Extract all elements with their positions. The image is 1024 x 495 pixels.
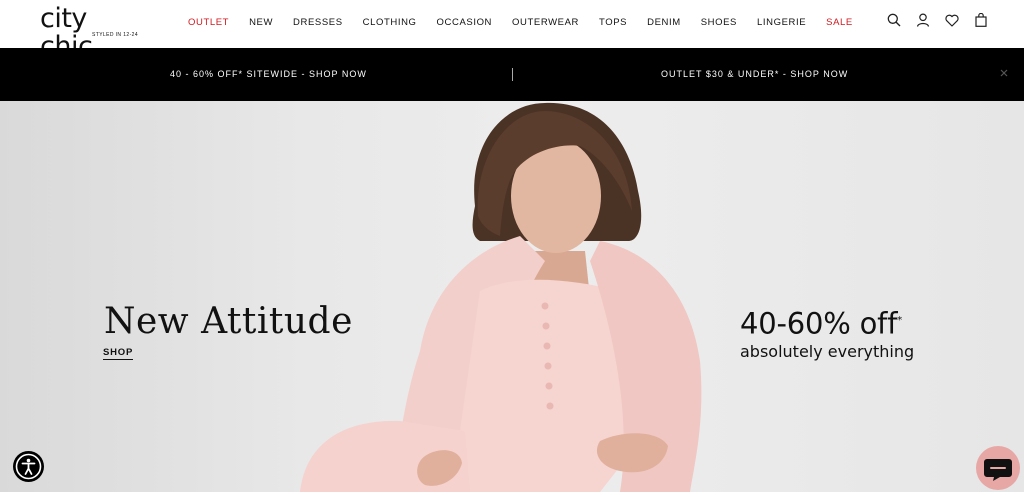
- account-icon[interactable]: [916, 12, 930, 28]
- model-image: [300, 102, 702, 492]
- close-icon[interactable]: [1000, 69, 1008, 79]
- nav-item-occasion[interactable]: OCCASION: [437, 17, 492, 28]
- promo-sitewide-link[interactable]: 40 - 60% OFF* SITEWIDE - SHOP NOW: [170, 69, 367, 79]
- shopping-bag-icon[interactable]: [974, 12, 988, 28]
- offer-asterisk: *: [897, 315, 903, 326]
- nav-item-lingerie[interactable]: LINGERIE: [757, 17, 806, 28]
- promo-bar: 40 - 60% OFF* SITEWIDE - SHOP NOW OUTLET…: [0, 48, 1024, 101]
- offer-block: 40-60% off* absolutely everything: [740, 304, 914, 362]
- wishlist-heart-icon[interactable]: [945, 12, 959, 28]
- logo-tagline: STYLED IN 12-24: [92, 32, 139, 38]
- search-icon[interactable]: [887, 12, 901, 28]
- offer-percent: 40-60% off: [740, 306, 898, 341]
- nav-item-new[interactable]: NEW: [249, 17, 273, 28]
- chat-button[interactable]: [976, 446, 1020, 490]
- accessibility-icon: [15, 453, 42, 480]
- hero-banner[interactable]: New Attitude SHOP 40-60% off* absolutely…: [0, 101, 1024, 492]
- nav-item-sale[interactable]: SALE: [826, 17, 853, 28]
- nav-item-dresses[interactable]: DRESSES: [293, 17, 343, 28]
- site-header: city chic STYLED IN 12-24 OUTLET NEW DRE…: [0, 0, 1024, 61]
- chat-icon: [984, 459, 1012, 481]
- offer-headline: 40-60% off*: [740, 304, 914, 341]
- nav-item-denim[interactable]: DENIM: [647, 17, 681, 28]
- nav-item-outlet[interactable]: OUTLET: [188, 17, 229, 28]
- promo-outlet-link[interactable]: OUTLET $30 & UNDER* - SHOP NOW: [661, 69, 848, 79]
- nav-item-shoes[interactable]: SHOES: [701, 17, 737, 28]
- city-chic-logo[interactable]: city chic STYLED IN 12-24: [40, 5, 146, 61]
- header-icons: [887, 12, 988, 28]
- hero-headline: New Attitude: [104, 301, 353, 342]
- accessibility-button[interactable]: [13, 451, 44, 482]
- main-navigation: OUTLET NEW DRESSES CLOTHING OCCASION OUT…: [188, 0, 873, 44]
- promo-divider: [512, 68, 513, 81]
- nav-item-tops[interactable]: TOPS: [599, 17, 627, 28]
- shop-link[interactable]: SHOP: [103, 347, 134, 360]
- nav-item-clothing[interactable]: CLOTHING: [363, 17, 417, 28]
- offer-subtext: absolutely everything: [740, 341, 915, 361]
- nav-item-outerwear[interactable]: OUTERWEAR: [512, 17, 579, 28]
